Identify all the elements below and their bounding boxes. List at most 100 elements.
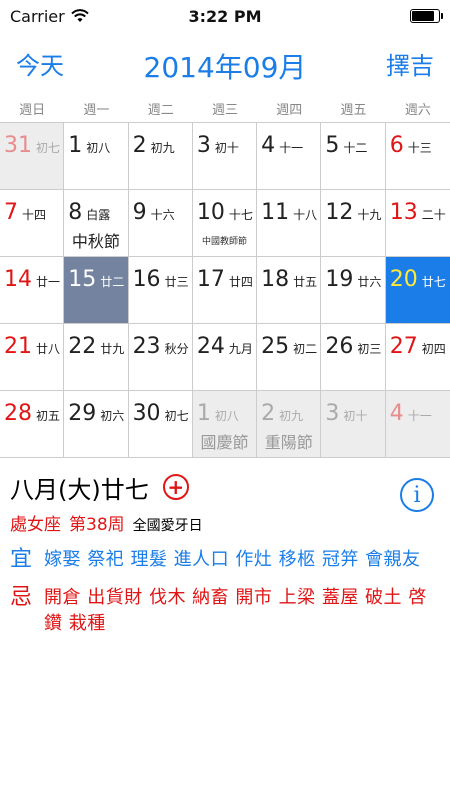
- day-cell[interactable]: 18 廿五: [257, 257, 322, 324]
- day-cell[interactable]: 28 初五: [0, 391, 65, 458]
- day-cell-top: 30 初七: [133, 401, 190, 426]
- select-auspicious-button[interactable]: 擇吉: [386, 46, 434, 81]
- lunar-day: 白露: [86, 208, 111, 222]
- day-number: 5: [325, 133, 340, 158]
- avoid-label: 忌: [10, 585, 33, 610]
- day-cell[interactable]: 4 十一: [385, 391, 450, 458]
- carrier-group: Carrier: [10, 7, 89, 26]
- day-cell-top: 21 廿八: [4, 334, 61, 359]
- day-cell-top: 8 白露: [68, 200, 125, 225]
- day-number: 19: [325, 267, 354, 292]
- status-bar: Carrier 3:22 PM: [0, 0, 450, 32]
- suitable-row: 宜 嫁娶 祭祀 理髮 進人口 作灶 移柩 冠笄 會親友: [10, 547, 440, 573]
- day-meta: 處女座 第38周 全國愛牙日: [10, 510, 440, 535]
- day-cell-top: 1 初八: [197, 401, 254, 426]
- day-cell[interactable]: 23 秋分: [128, 324, 193, 391]
- lunar-day: 十二: [343, 141, 368, 155]
- day-cell[interactable]: 25 初二: [257, 324, 322, 391]
- nav-bar: 今天 2014年09月 擇吉: [0, 32, 450, 94]
- day-cell-top: 5 十二: [325, 133, 382, 158]
- festival-label: 重陽節: [264, 433, 313, 452]
- lunar-day: 十七: [228, 208, 253, 222]
- day-cell[interactable]: 7 十四: [0, 190, 65, 257]
- day-cell[interactable]: 3 初十: [192, 123, 258, 190]
- day-number: 26: [325, 334, 354, 359]
- day-cell[interactable]: 19 廿六: [321, 257, 386, 324]
- day-cell-top: 22 廿九: [68, 334, 125, 359]
- lunar-day: 初九: [279, 409, 304, 423]
- day-cell[interactable]: 22 廿九: [64, 324, 129, 391]
- day-number: 16: [132, 267, 161, 292]
- weekday-label: 週四: [276, 102, 303, 118]
- day-cell-top: 24 九月: [197, 334, 254, 359]
- day-number: 7: [4, 200, 18, 225]
- day-number: 3: [325, 401, 340, 426]
- day-cell[interactable]: 30 初七: [128, 391, 193, 458]
- day-cell-top: 9 十六: [133, 200, 190, 225]
- day-cell-top: 29 初六: [68, 401, 125, 426]
- lunar-day: 十一: [407, 409, 432, 423]
- lunar-day: 十六: [150, 208, 175, 222]
- weekday-label: 週二: [147, 102, 174, 118]
- day-cell-top: 3 初十: [325, 401, 382, 426]
- day-number: 13: [389, 200, 418, 225]
- day-cell[interactable]: 21 廿八: [0, 324, 65, 391]
- day-cell[interactable]: 14 廿一: [0, 257, 65, 324]
- weekday-label: 週五: [340, 102, 367, 118]
- lunar-day: 秋分: [164, 342, 189, 356]
- lunar-day: 初六: [100, 409, 125, 423]
- day-number: 24: [196, 334, 225, 359]
- day-cell-top: 31 初七: [4, 133, 61, 158]
- day-cell[interactable]: 1 初八: [64, 123, 129, 190]
- weekday-label: 週三: [211, 102, 238, 118]
- calendar-grid: 31 初七 1 初八 2 初九 3 初十 4 十一 5 十二 6 十三 7 十四 8 白露 中秋節 9 十六 10 十七 中國…: [0, 123, 450, 458]
- lunar-day: 廿三: [164, 275, 189, 289]
- day-number: 11: [261, 200, 290, 225]
- avoid-row: 忌 開倉 出貨財 伐木 納畜 開市 上梁 蓋屋 破土 啓鑽 栽種: [10, 585, 440, 637]
- day-number: 4: [389, 401, 404, 426]
- zodiac-label: 處女座: [10, 515, 61, 535]
- lunar-day: 初九: [150, 141, 175, 155]
- add-event-icon[interactable]: +: [162, 474, 189, 500]
- suitable-label: 宜: [10, 547, 33, 572]
- day-cell[interactable]: 2 初九: [128, 123, 193, 190]
- day-cell[interactable]: 26 初三: [321, 324, 386, 391]
- day-cell[interactable]: 4 十一: [257, 123, 322, 190]
- day-cell[interactable]: 29 初六: [64, 391, 129, 458]
- day-cell[interactable]: 31 初七: [0, 123, 65, 190]
- day-cell-today[interactable]: 20 廿七: [385, 257, 450, 324]
- day-number: 22: [68, 334, 97, 359]
- day-cell[interactable]: 9 十六: [128, 190, 193, 257]
- day-cell[interactable]: 1 初八國慶節: [192, 391, 258, 458]
- day-cell[interactable]: 5 十二: [321, 123, 386, 190]
- lunar-day: 初十: [343, 409, 368, 423]
- day-cell[interactable]: 12 十九: [321, 190, 386, 257]
- day-cell-top: 12 十九: [325, 200, 382, 225]
- day-cell-top: 4 十一: [390, 401, 448, 426]
- day-cell[interactable]: 10 十七 中國教師節: [192, 190, 258, 257]
- day-cell[interactable]: 16 廿三: [128, 257, 193, 324]
- day-number: 9: [132, 200, 147, 225]
- festival-label: 國慶節: [200, 433, 249, 452]
- day-cell[interactable]: 11 十八: [257, 190, 322, 257]
- day-number: 20: [389, 267, 418, 292]
- weekday-label: 週六: [404, 102, 431, 118]
- day-cell[interactable]: 17 廿四: [192, 257, 258, 324]
- day-cell[interactable]: 13 二十: [385, 190, 450, 257]
- today-button[interactable]: 今天: [16, 46, 64, 81]
- day-cell[interactable]: 24 九月: [192, 324, 258, 391]
- day-cell[interactable]: 6 十三: [385, 123, 450, 190]
- day-cell[interactable]: 8 白露 中秋節: [64, 190, 129, 257]
- info-icon[interactable]: i: [400, 478, 434, 512]
- day-cell-selected[interactable]: 15 廿二: [64, 257, 129, 324]
- lunar-day: 十四: [22, 208, 47, 222]
- month-title[interactable]: 2014年09月: [144, 51, 307, 84]
- day-cell[interactable]: 2 初九 重陽節: [257, 391, 322, 458]
- day-number: 4: [261, 133, 276, 158]
- suitable-activities: 嫁娶 祭祀 理髮 進人口 作灶 移柩 冠笄 會親友: [44, 549, 421, 570]
- day-cell[interactable]: 3 初十: [321, 391, 386, 458]
- lunar-day: 廿五: [293, 275, 318, 289]
- day-cell-top: 3 初十: [197, 133, 254, 158]
- day-cell[interactable]: 27 初四: [385, 324, 450, 391]
- day-number: 10: [196, 200, 225, 225]
